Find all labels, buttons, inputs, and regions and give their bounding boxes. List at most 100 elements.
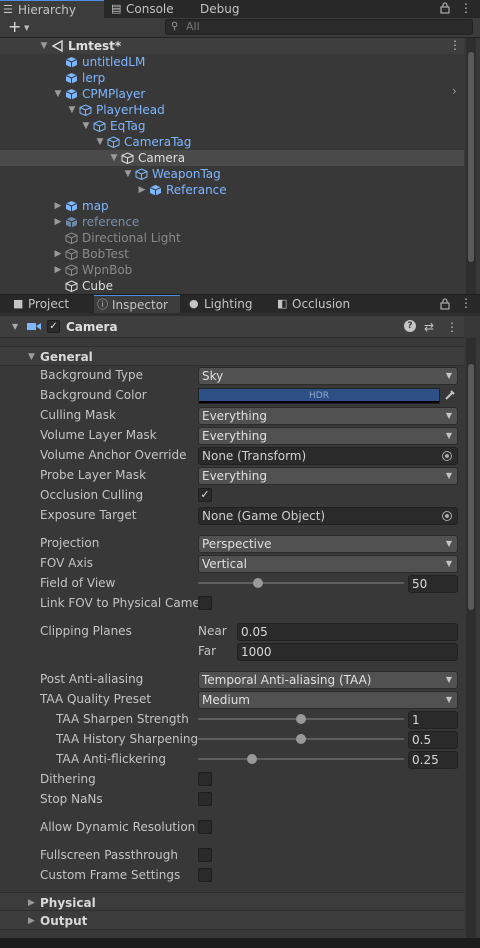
expand-arrow-icon[interactable]: ▼ <box>109 150 119 166</box>
tree-item[interactable]: ▼ EqTag <box>0 118 464 134</box>
tree-item[interactable]: ▼ Lmtest* <box>0 38 464 54</box>
tab-debug[interactable]: Debug <box>182 0 242 18</box>
tree-item[interactable]: ▶ reference <box>0 214 464 230</box>
component-enabled-checkbox[interactable]: ✓ <box>47 320 60 333</box>
taa-sharpen-input[interactable]: 1 <box>408 711 458 729</box>
tab-occlusion[interactable]: ◧ Occlusion <box>274 295 364 313</box>
inspector-lock-icon[interactable] <box>440 298 450 310</box>
slider-knob[interactable] <box>252 578 263 588</box>
probe-layer-mask-dropdown[interactable]: Everything ▼ <box>198 467 458 485</box>
tab-console-label: Console <box>126 2 174 16</box>
slider-knob[interactable] <box>296 734 306 744</box>
lock-icon[interactable] <box>440 2 450 14</box>
slider-knob[interactable] <box>246 754 257 764</box>
tree-item[interactable]: untitledLM <box>0 54 464 70</box>
field-of-view-slider[interactable] <box>198 574 404 592</box>
component-menu-icon[interactable]: ⋮ <box>446 316 458 338</box>
collapse-arrow-icon[interactable]: ▶ <box>53 262 63 278</box>
tree-item-label: untitledLM <box>82 55 146 69</box>
tree-item[interactable]: lerp <box>0 70 464 86</box>
taa-quality-dropdown[interactable]: Medium ▼ <box>198 691 458 709</box>
section-output[interactable]: ▶ Output <box>0 910 464 930</box>
expand-arrow-icon[interactable]: ▼ <box>123 166 133 182</box>
taa-sharpen-label: TAA Sharpen Strength <box>56 712 189 726</box>
hierarchy-scrollbar[interactable] <box>466 38 476 294</box>
expand-arrow-icon[interactable]: ▼ <box>95 134 105 150</box>
chevron-right-icon[interactable]: › <box>452 84 457 98</box>
post-aa-dropdown[interactable]: Temporal Anti-aliasing (TAA) ▼ <box>198 671 458 689</box>
tree-item[interactable]: ▼ PlayerHead <box>0 102 464 118</box>
taa-history-slider[interactable] <box>198 730 404 748</box>
object-picker-icon[interactable] <box>442 511 452 521</box>
tree-item[interactable]: ▼ Camera <box>0 150 464 166</box>
hierarchy-scroll-thumb[interactable] <box>468 52 474 262</box>
expand-arrow-icon[interactable]: ▼ <box>67 102 77 118</box>
collapse-arrow-icon[interactable]: ▶ <box>53 198 63 214</box>
tree-item[interactable]: ▶ BobTest <box>0 246 464 262</box>
fullscreen-pass-checkbox[interactable] <box>198 848 212 862</box>
tree-item[interactable]: Directional Light <box>0 230 464 246</box>
taa-sharpen-slider[interactable] <box>198 710 404 728</box>
inspector-scroll-thumb[interactable] <box>468 364 474 610</box>
fov-axis-dropdown[interactable]: Vertical ▼ <box>198 555 458 573</box>
tree-item-label: Lmtest* <box>68 39 122 53</box>
link-fov-checkbox[interactable] <box>198 596 212 610</box>
far-input[interactable]: 1000 <box>237 643 458 661</box>
add-icon[interactable]: + <box>8 18 21 36</box>
volume-layer-mask-dropdown[interactable]: Everything ▼ <box>198 427 458 445</box>
background-color-swatch[interactable]: HDR <box>198 388 440 404</box>
taa-history-input[interactable]: 0.5 <box>408 731 458 749</box>
dynamic-res-checkbox[interactable] <box>198 820 212 834</box>
link-fov-label: Link FOV to Physical Camer <box>40 596 205 610</box>
help-icon[interactable]: ? <box>404 320 416 332</box>
inspector-kebab-icon[interactable]: ⋮ <box>460 295 472 312</box>
occlusion-culling-checkbox[interactable]: ✓ <box>198 488 212 502</box>
camera-component-header[interactable]: ▼ ✓ Camera ? ⇄ ⋮ <box>0 316 464 338</box>
tab-project[interactable]: ■ Project <box>10 295 94 313</box>
tab-hierarchy[interactable]: ☰ Hierarchy <box>0 0 104 18</box>
expand-arrow-icon[interactable]: ▼ <box>39 38 49 54</box>
add-dropdown-icon[interactable]: ▼ <box>24 18 29 38</box>
taa-antiflicker-slider[interactable] <box>198 750 404 768</box>
collapse-arrow-icon[interactable]: ▶ <box>137 182 147 198</box>
scene-menu-icon[interactable]: ⋮ <box>449 38 461 52</box>
tree-item[interactable]: Cube <box>0 278 464 294</box>
field-of-view-input[interactable]: 50 <box>408 575 458 593</box>
exposure-target-field[interactable]: None (Game Object) <box>198 507 458 525</box>
projection-dropdown[interactable]: Perspective ▼ <box>198 535 458 553</box>
custom-frame-checkbox[interactable] <box>198 868 212 882</box>
inspector-scrollbar[interactable] <box>466 338 476 942</box>
collapse-arrow-icon[interactable]: ▶ <box>53 214 63 230</box>
tree-item[interactable]: ▶ WpnBob <box>0 262 464 278</box>
kebab-menu-icon[interactable]: ⋮ <box>460 0 472 16</box>
background-type-dropdown[interactable]: Sky ▼ <box>198 367 458 385</box>
component-fold-icon[interactable]: ▼ <box>12 316 18 338</box>
tab-lighting[interactable]: ● Lighting <box>186 295 270 313</box>
section-physical[interactable]: ▶ Physical <box>0 892 464 912</box>
dithering-checkbox[interactable] <box>198 772 212 786</box>
search-input[interactable]: ⚲ All <box>165 19 473 35</box>
background-color-label: Background Color <box>40 388 147 402</box>
tree-item[interactable]: ▼ WeaponTag <box>0 166 464 182</box>
stop-nans-checkbox[interactable] <box>198 792 212 806</box>
prefab-cube-icon <box>65 201 78 212</box>
culling-mask-dropdown[interactable]: Everything ▼ <box>198 407 458 425</box>
eyedropper-icon[interactable] <box>444 389 456 401</box>
probe-layer-mask-label: Probe Layer Mask <box>40 468 147 482</box>
taa-antiflicker-input[interactable]: 0.25 <box>408 751 458 769</box>
near-input[interactable]: 0.05 <box>237 623 458 641</box>
tree-item[interactable]: ▼ CPMPlayer <box>0 86 464 102</box>
tree-item[interactable]: ▶ Referance <box>0 182 464 198</box>
section-general[interactable]: ▼ General <box>0 346 464 366</box>
tab-inspector[interactable]: ⓘ Inspector <box>94 295 180 313</box>
tree-item[interactable]: ▼ CameraTag <box>0 134 464 150</box>
collapse-arrow-icon[interactable]: ▶ <box>53 246 63 262</box>
expand-arrow-icon[interactable]: ▼ <box>53 86 63 102</box>
slider-knob[interactable] <box>296 714 306 724</box>
tab-console[interactable]: ▤ Console <box>108 0 184 18</box>
volume-anchor-field[interactable]: None (Transform) <box>198 447 458 465</box>
presets-icon[interactable]: ⇄ <box>424 316 434 338</box>
tree-item[interactable]: ▶ map <box>0 198 464 214</box>
object-picker-icon[interactable] <box>442 451 452 461</box>
expand-arrow-icon[interactable]: ▼ <box>81 118 91 134</box>
